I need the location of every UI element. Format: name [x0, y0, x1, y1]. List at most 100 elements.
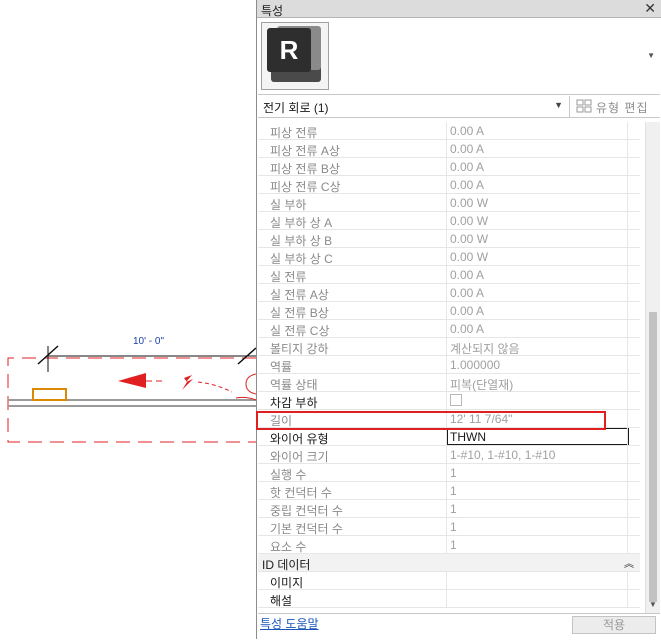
column-divider [627, 356, 628, 373]
property-row[interactable]: 역률 상태 피복(단열재) [258, 374, 640, 392]
drawing-canvas[interactable]: 10' - 0" [0, 0, 257, 639]
edit-type-label: 유형 편집 [596, 101, 649, 115]
property-value-cell: 피복(단열재) [446, 374, 626, 392]
edit-type-button[interactable]: 유형 편집 [574, 97, 656, 116]
column-divider [627, 464, 628, 481]
property-value-cell[interactable] [446, 590, 626, 607]
property-value-cell[interactable] [446, 392, 626, 409]
property-name: 길이 [270, 414, 293, 428]
column-divider [627, 284, 628, 301]
scroll-down-icon[interactable]: ▼ [649, 600, 657, 609]
property-row[interactable]: 중립 컨덕터 수 1 [258, 500, 640, 518]
property-name: 볼티지 강하 [270, 342, 329, 356]
property-row[interactable]: 실 전류 0.00 A [258, 266, 640, 284]
instance-filter-dropdown[interactable]: 전기 회로 (1) ▼ [258, 96, 570, 117]
property-row[interactable]: 실 부하 상 A 0.00 W [258, 212, 640, 230]
property-value-cell: 0.00 A [446, 140, 626, 157]
property-row[interactable]: 피상 전류 B상 0.00 A [258, 158, 640, 176]
property-row[interactable]: 볼티지 강하 계산되지 않음 [258, 338, 640, 356]
property-value-cell: 0.00 A [446, 176, 626, 193]
property-value-cell: 12' 11 7/64" [446, 410, 626, 427]
column-divider [627, 158, 628, 175]
panel-titlebar[interactable]: 특성 ✕ [257, 0, 661, 18]
property-value: 1 [450, 466, 457, 480]
property-row[interactable]: 요소 수 1 [258, 536, 640, 554]
apply-button[interactable]: 적용 [572, 616, 656, 634]
property-name: ID 데이터 [262, 558, 311, 572]
property-value: 0.00 A [450, 160, 485, 174]
property-value-cell: 0.00 A [446, 158, 626, 175]
property-row[interactable]: 실 전류 B상 0.00 A [258, 302, 640, 320]
home-run-arrow-icon [118, 373, 146, 388]
property-value-cell: 0.00 W [446, 248, 626, 265]
property-name: 실 전류 A상 [270, 288, 329, 302]
property-value: 0.00 W [450, 214, 489, 228]
property-row[interactable]: 해설 [258, 590, 640, 608]
collapse-icon[interactable]: ︽ [624, 555, 634, 570]
column-divider [627, 140, 628, 157]
property-value: 1 [450, 502, 457, 516]
property-value: 0.00 A [450, 124, 485, 138]
property-value: THWN [450, 430, 486, 444]
property-value-cell: 0.00 A [446, 266, 626, 283]
property-value-cell[interactable]: THWN [446, 428, 629, 445]
property-row[interactable]: 이미지 [258, 572, 640, 590]
property-row[interactable]: 피상 전류 A상 0.00 A [258, 140, 640, 158]
property-row[interactable]: 실 전류 C상 0.00 A [258, 320, 640, 338]
property-row[interactable]: 피상 전류 0.00 A [258, 122, 640, 140]
panel-title: 특성 [261, 4, 284, 18]
column-divider [627, 374, 628, 391]
property-row[interactable]: 와이어 유형 THWN [258, 428, 640, 446]
wire-type-input[interactable]: THWN [447, 428, 629, 445]
property-row[interactable]: 피상 전류 C상 0.00 A [258, 176, 640, 194]
column-divider [627, 446, 628, 463]
property-value: 0.00 A [450, 142, 485, 156]
property-value-cell: 1 [446, 518, 626, 535]
property-row[interactable]: 차감 부하 [258, 392, 640, 410]
checkbox[interactable] [450, 394, 462, 406]
property-value: 피복(단열재) [450, 378, 514, 392]
property-row[interactable]: 실행 수 1 [258, 464, 640, 482]
type-selector[interactable]: R ▼ [258, 19, 660, 95]
property-name: 피상 전류 A상 [270, 144, 340, 158]
property-name: 피상 전류 C상 [270, 180, 341, 194]
property-name: 와이어 크기 [270, 450, 329, 464]
lightning-icon [182, 375, 193, 390]
column-divider [627, 320, 628, 337]
property-row[interactable]: 와이어 크기 1-#10, 1-#10, 1-#10 [258, 446, 640, 464]
property-name: 피상 전류 B상 [270, 162, 340, 176]
property-row[interactable]: 실 부하 0.00 W [258, 194, 640, 212]
column-divider [627, 230, 628, 247]
property-row[interactable]: 실 부하 상 C 0.00 W [258, 248, 640, 266]
properties-help-link[interactable]: 특성 도움말 [260, 615, 319, 632]
edit-type-icon [576, 99, 592, 113]
property-name: 역률 상태 [270, 378, 318, 392]
property-name: 해설 [270, 594, 293, 608]
property-row[interactable]: 핫 컨덕터 수 1 [258, 482, 640, 500]
property-value-cell[interactable] [446, 572, 626, 589]
property-value-cell: 0.00 W [446, 230, 626, 247]
column-divider [627, 176, 628, 193]
properties-scrollbar[interactable]: ▼ [645, 122, 660, 614]
property-name: 역률 [270, 360, 293, 374]
property-row[interactable]: 길이 12' 11 7/64" [258, 410, 640, 428]
property-row[interactable]: 기본 컨덕터 수 1 [258, 518, 640, 536]
column-divider [627, 266, 628, 283]
revit-logo-icon: R [261, 22, 329, 90]
chevron-down-icon[interactable]: ▼ [647, 51, 655, 60]
property-value: 0.00 A [450, 286, 485, 300]
property-value: 0.00 A [450, 304, 485, 318]
property-name: 실 전류 B상 [270, 306, 329, 320]
property-name: 실 전류 C상 [270, 324, 330, 338]
property-row[interactable]: 실 부하 상 B 0.00 W [258, 230, 640, 248]
close-icon[interactable]: ✕ [644, 0, 656, 17]
property-row[interactable]: 역률 1.000000 [258, 356, 640, 374]
property-name: 실 전류 [270, 270, 307, 284]
panel-footer: 특성 도움말 적용 [258, 613, 660, 638]
scroll-thumb[interactable] [649, 312, 657, 602]
device-symbol [32, 388, 67, 401]
property-value-cell: 1.000000 [446, 356, 626, 373]
section-header[interactable]: ID 데이터 ︽ [258, 554, 640, 572]
property-row[interactable]: 실 전류 A상 0.00 A [258, 284, 640, 302]
column-divider [627, 248, 628, 265]
